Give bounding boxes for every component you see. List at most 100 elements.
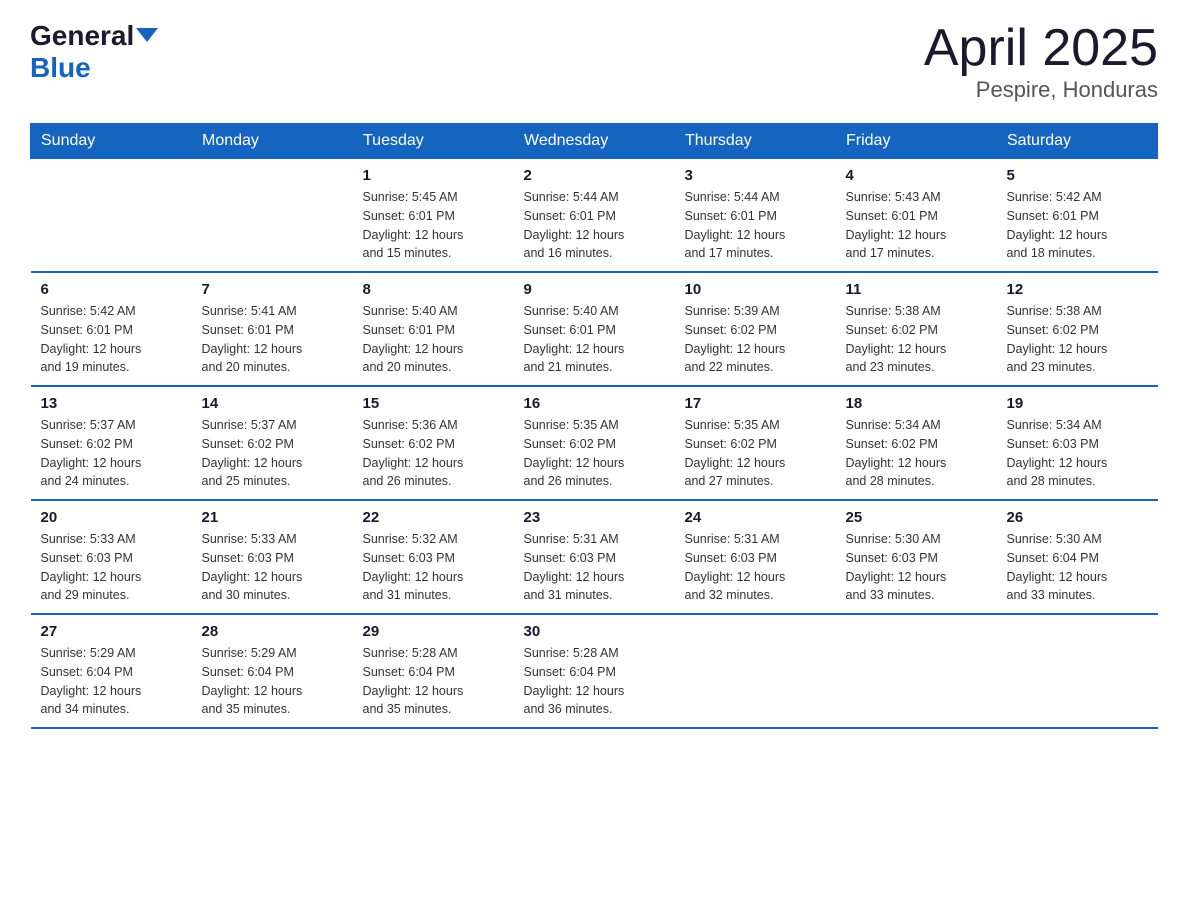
calendar-cell: 28 Sunrise: 5:29 AMSunset: 6:04 PMDayligh… — [192, 614, 353, 728]
calendar-cell: 22 Sunrise: 5:32 AMSunset: 6:03 PMDayligh… — [353, 500, 514, 614]
calendar-cell — [997, 614, 1158, 728]
day-number: 6 — [41, 281, 182, 298]
day-info: Sunrise: 5:37 AMSunset: 6:02 PMDaylight:… — [41, 416, 182, 491]
logo-general-text: General — [30, 20, 134, 52]
calendar-cell: 10 Sunrise: 5:39 AMSunset: 6:02 PMDayligh… — [675, 272, 836, 386]
calendar-cell: 25 Sunrise: 5:30 AMSunset: 6:03 PMDayligh… — [836, 500, 997, 614]
calendar-cell: 4 Sunrise: 5:43 AMSunset: 6:01 PMDaylight… — [836, 159, 997, 273]
day-info: Sunrise: 5:33 AMSunset: 6:03 PMDaylight:… — [202, 530, 343, 605]
day-number: 2 — [524, 167, 665, 184]
calendar-cell: 19 Sunrise: 5:34 AMSunset: 6:03 PMDayligh… — [997, 386, 1158, 500]
header-row: SundayMondayTuesdayWednesdayThursdayFrid… — [31, 124, 1158, 159]
day-number: 27 — [41, 623, 182, 640]
header-cell-wednesday: Wednesday — [514, 124, 675, 159]
day-info: Sunrise: 5:36 AMSunset: 6:02 PMDaylight:… — [363, 416, 504, 491]
calendar-table: SundayMondayTuesdayWednesdayThursdayFrid… — [30, 123, 1158, 729]
calendar-body: 1Sunrise: 5:45 AMSunset: 6:01 PMDaylight… — [31, 159, 1158, 729]
calendar-cell: 8Sunrise: 5:40 AMSunset: 6:01 PMDaylight… — [353, 272, 514, 386]
week-row-5: 27 Sunrise: 5:29 AMSunset: 6:04 PMDayligh… — [31, 614, 1158, 728]
calendar-cell: 24Sunrise: 5:31 AMSunset: 6:03 PMDayligh… — [675, 500, 836, 614]
calendar-cell: 9 Sunrise: 5:40 AMSunset: 6:01 PMDaylight… — [514, 272, 675, 386]
day-number: 11 — [846, 281, 987, 298]
calendar-cell: 26 Sunrise: 5:30 AMSunset: 6:04 PMDayligh… — [997, 500, 1158, 614]
week-row-2: 6 Sunrise: 5:42 AMSunset: 6:01 PMDaylight… — [31, 272, 1158, 386]
header-cell-monday: Monday — [192, 124, 353, 159]
day-number: 14 — [202, 395, 343, 412]
day-number: 15 — [363, 395, 504, 412]
page-header: General Blue April 2025 Pespire, Hondura… — [30, 20, 1158, 103]
day-number: 22 — [363, 509, 504, 526]
day-info: Sunrise: 5:31 AMSunset: 6:03 PMDaylight:… — [524, 530, 665, 605]
day-info: Sunrise: 5:39 AMSunset: 6:02 PMDaylight:… — [685, 302, 826, 377]
header-cell-tuesday: Tuesday — [353, 124, 514, 159]
day-info: Sunrise: 5:42 AMSunset: 6:01 PMDaylight:… — [41, 302, 182, 377]
header-cell-sunday: Sunday — [31, 124, 192, 159]
calendar-cell: 1Sunrise: 5:45 AMSunset: 6:01 PMDaylight… — [353, 159, 514, 273]
header-cell-friday: Friday — [836, 124, 997, 159]
title-section: April 2025 Pespire, Honduras — [924, 20, 1158, 103]
day-info: Sunrise: 5:30 AMSunset: 6:03 PMDaylight:… — [846, 530, 987, 605]
day-number: 24 — [685, 509, 826, 526]
day-number: 10 — [685, 281, 826, 298]
week-row-4: 20 Sunrise: 5:33 AMSunset: 6:03 PMDayligh… — [31, 500, 1158, 614]
day-info: Sunrise: 5:28 AMSunset: 6:04 PMDaylight:… — [524, 644, 665, 719]
calendar-cell: 13Sunrise: 5:37 AMSunset: 6:02 PMDayligh… — [31, 386, 192, 500]
day-number: 29 — [363, 623, 504, 640]
day-info: Sunrise: 5:40 AMSunset: 6:01 PMDaylight:… — [524, 302, 665, 377]
day-info: Sunrise: 5:44 AMSunset: 6:01 PMDaylight:… — [524, 188, 665, 263]
week-row-1: 1Sunrise: 5:45 AMSunset: 6:01 PMDaylight… — [31, 159, 1158, 273]
day-info: Sunrise: 5:43 AMSunset: 6:01 PMDaylight:… — [846, 188, 987, 263]
calendar-cell: 12 Sunrise: 5:38 AMSunset: 6:02 PMDayligh… — [997, 272, 1158, 386]
day-number: 21 — [202, 509, 343, 526]
day-info: Sunrise: 5:41 AMSunset: 6:01 PMDaylight:… — [202, 302, 343, 377]
day-number: 20 — [41, 509, 182, 526]
logo-arrow-icon — [136, 24, 158, 46]
day-number: 25 — [846, 509, 987, 526]
calendar-cell: 29Sunrise: 5:28 AMSunset: 6:04 PMDayligh… — [353, 614, 514, 728]
day-info: Sunrise: 5:32 AMSunset: 6:03 PMDaylight:… — [363, 530, 504, 605]
calendar-cell: 11 Sunrise: 5:38 AMSunset: 6:02 PMDayligh… — [836, 272, 997, 386]
calendar-cell — [836, 614, 997, 728]
calendar-cell: 23 Sunrise: 5:31 AMSunset: 6:03 PMDayligh… — [514, 500, 675, 614]
calendar-cell: 2 Sunrise: 5:44 AMSunset: 6:01 PMDaylight… — [514, 159, 675, 273]
header-cell-saturday: Saturday — [997, 124, 1158, 159]
day-info: Sunrise: 5:29 AMSunset: 6:04 PMDaylight:… — [202, 644, 343, 719]
day-number: 18 — [846, 395, 987, 412]
calendar-cell: 17Sunrise: 5:35 AMSunset: 6:02 PMDayligh… — [675, 386, 836, 500]
day-number: 4 — [846, 167, 987, 184]
day-info: Sunrise: 5:34 AMSunset: 6:02 PMDaylight:… — [846, 416, 987, 491]
day-number: 12 — [1007, 281, 1148, 298]
day-info: Sunrise: 5:35 AMSunset: 6:02 PMDaylight:… — [524, 416, 665, 491]
day-number: 30 — [524, 623, 665, 640]
page-title: April 2025 — [924, 20, 1158, 77]
calendar-cell — [192, 159, 353, 273]
calendar-cell: 14 Sunrise: 5:37 AMSunset: 6:02 PMDayligh… — [192, 386, 353, 500]
day-number: 26 — [1007, 509, 1148, 526]
day-number: 9 — [524, 281, 665, 298]
calendar-cell: 27 Sunrise: 5:29 AMSunset: 6:04 PMDayligh… — [31, 614, 192, 728]
calendar-cell — [31, 159, 192, 273]
calendar-cell: 6 Sunrise: 5:42 AMSunset: 6:01 PMDaylight… — [31, 272, 192, 386]
day-info: Sunrise: 5:45 AMSunset: 6:01 PMDaylight:… — [363, 188, 504, 263]
day-info: Sunrise: 5:35 AMSunset: 6:02 PMDaylight:… — [685, 416, 826, 491]
logo-blue-text: Blue — [30, 52, 91, 83]
calendar-cell: 15 Sunrise: 5:36 AMSunset: 6:02 PMDayligh… — [353, 386, 514, 500]
day-info: Sunrise: 5:44 AMSunset: 6:01 PMDaylight:… — [685, 188, 826, 263]
day-info: Sunrise: 5:38 AMSunset: 6:02 PMDaylight:… — [846, 302, 987, 377]
calendar-cell: 20Sunrise: 5:33 AMSunset: 6:03 PMDayligh… — [31, 500, 192, 614]
day-info: Sunrise: 5:34 AMSunset: 6:03 PMDaylight:… — [1007, 416, 1148, 491]
day-number: 19 — [1007, 395, 1148, 412]
day-number: 7 — [202, 281, 343, 298]
day-number: 16 — [524, 395, 665, 412]
day-info: Sunrise: 5:42 AMSunset: 6:01 PMDaylight:… — [1007, 188, 1148, 263]
day-info: Sunrise: 5:29 AMSunset: 6:04 PMDaylight:… — [41, 644, 182, 719]
day-info: Sunrise: 5:37 AMSunset: 6:02 PMDaylight:… — [202, 416, 343, 491]
calendar-header: SundayMondayTuesdayWednesdayThursdayFrid… — [31, 124, 1158, 159]
day-number: 23 — [524, 509, 665, 526]
day-info: Sunrise: 5:38 AMSunset: 6:02 PMDaylight:… — [1007, 302, 1148, 377]
page-subtitle: Pespire, Honduras — [924, 77, 1158, 103]
day-info: Sunrise: 5:40 AMSunset: 6:01 PMDaylight:… — [363, 302, 504, 377]
calendar-cell — [675, 614, 836, 728]
day-number: 28 — [202, 623, 343, 640]
day-info: Sunrise: 5:30 AMSunset: 6:04 PMDaylight:… — [1007, 530, 1148, 605]
